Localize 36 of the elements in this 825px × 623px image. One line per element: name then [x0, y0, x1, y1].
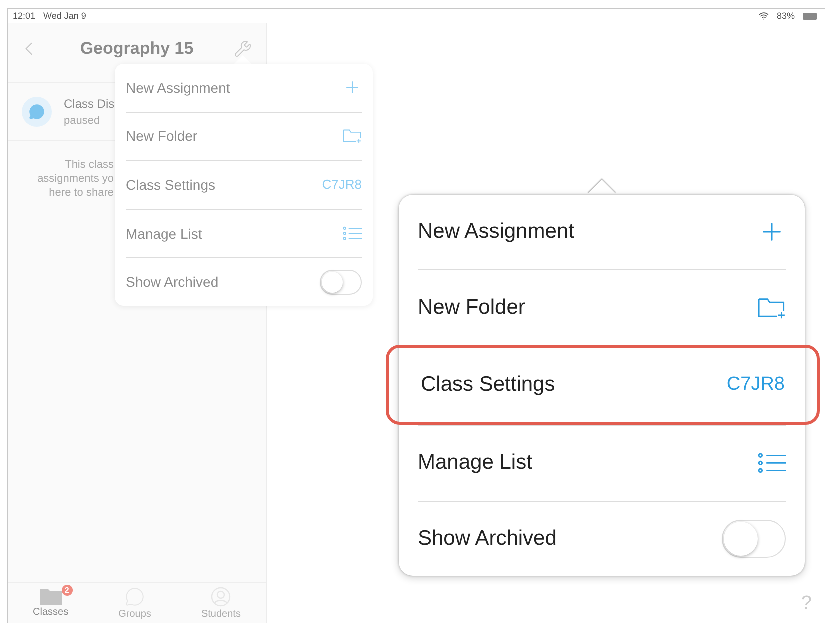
folder-icon [40, 587, 62, 605]
count-badge: 2 [62, 585, 73, 596]
folder-plus-icon [343, 128, 362, 144]
class-item-title[interactable]: Class Dis [64, 96, 115, 110]
list-icon [343, 226, 362, 242]
battery-icon [803, 12, 817, 20]
status-date: Wed Jan 9 [44, 11, 86, 21]
chat-avatar [22, 96, 52, 126]
menu-item[interactable]: Class Settings [421, 373, 556, 398]
menu-item[interactable]: Manage List [126, 226, 202, 242]
sidebar-title: Geography 15 [79, 38, 195, 58]
toggle-switch[interactable] [320, 270, 362, 295]
class-code: C7JR8 [726, 374, 785, 396]
toggle-switch[interactable] [722, 520, 786, 558]
menu-item[interactable]: Manage List [418, 451, 532, 476]
tab-bar-item[interactable]: Groups [112, 587, 158, 623]
tab-bar-item[interactable]: 2 Classes [27, 587, 75, 623]
empty-note-line: This class [65, 158, 114, 172]
wrench-icon[interactable] [234, 40, 252, 58]
menu-item[interactable]: New Assignment [418, 220, 574, 244]
battery-percent: 83% [776, 11, 795, 21]
tab-bar-item[interactable]: Students [195, 587, 247, 623]
list-icon [758, 452, 786, 475]
class-code: C7JR8 [322, 177, 362, 192]
wifi-icon [758, 11, 769, 21]
menu-item[interactable]: Show Archived [418, 526, 557, 551]
folder-plus-icon [758, 296, 786, 320]
empty-note-line: assignments yo [38, 172, 114, 186]
menu-item[interactable]: New Folder [418, 296, 526, 320]
menu-item[interactable]: Show Archived [126, 274, 219, 290]
menu-item[interactable]: New Folder [126, 128, 198, 144]
menu-item[interactable]: Class Settings [126, 176, 216, 193]
menu-item[interactable]: New Assignment [126, 80, 230, 96]
class-item-status: paused [64, 114, 102, 126]
status-time: 12:01 [13, 11, 36, 21]
empty-note-line: here to share [49, 186, 114, 200]
